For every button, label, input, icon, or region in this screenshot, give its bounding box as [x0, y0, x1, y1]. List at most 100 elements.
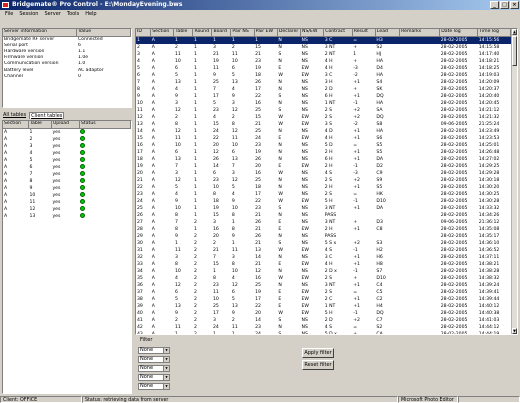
menu-help[interactable]: Help [82, 10, 99, 19]
close-button[interactable]: × [510, 1, 519, 9]
result-row[interactable]: 36 A 12 2 23 12 25 N NS 3 NT +1 C4 28-02-2005 14:39:2… [136, 282, 511, 289]
result-row[interactable]: 11 A 12 1 23 12 25 S NS 2 S +2 SA 28-02-2005 14:21:12 [136, 107, 511, 114]
table-row[interactable]: A 4 yes [3, 149, 131, 157]
result-row[interactable]: 17 A 6 1 12 6 19 N NS 2 H +1 S5 28-02-2005 14:26:48 [136, 149, 511, 156]
results-column-header[interactable]: Time log [477, 29, 511, 37]
table-header[interactable]: Table [28, 121, 52, 129]
table-row[interactable]: A 1 yes [3, 128, 131, 136]
result-row[interactable]: 12 A 2 1 4 2 15 W EW 2 S +2 DQ 28-02-2005 14:21:32 [136, 114, 511, 121]
menu-server[interactable]: Server [41, 10, 63, 19]
result-row[interactable]: 21 A 12 1 23 12 25 N NS 2 S +2 S9 28-02-2005 14:30:18 [136, 177, 511, 184]
results-column-header[interactable]: Section [150, 29, 175, 37]
results-column-header[interactable]: Remarks [399, 29, 441, 37]
result-row[interactable]: 9 A 9 1 17 9 22 S NS 6 H +1 DQ 28-02-2005 14:20:40 [136, 93, 511, 100]
result-row[interactable]: 26 A 8 1 15 8 21 N NS PASS 28-02-2005 14:34:26 [136, 212, 511, 219]
result-row[interactable]: 15 A 11 1 22 11 24 E EW 4 H +1 S6 28-02-2005 14:23:53 [136, 135, 511, 142]
minimize-button[interactable]: _ [490, 1, 499, 9]
result-row[interactable]: 7 A 13 1 25 13 26 N NS 3 H +1 S4 28-02-2005 14:20:09 [136, 79, 511, 86]
table-row[interactable]: A 10 yes [3, 191, 131, 199]
results-column-header[interactable]: NS/EW [300, 29, 325, 37]
filter-select[interactable]: None ▼ [138, 374, 170, 381]
result-row[interactable]: 40 A 9 2 17 9 20 W EW 5 H -1 DQ 28-02-2005 14:40:38 [136, 310, 511, 317]
result-row[interactable]: 35 A 4 2 8 4 16 W EW 2 S + D10 28-02-2005 14:38:32 [136, 275, 511, 282]
chevron-down-icon[interactable]: ▼ [163, 384, 169, 389]
result-row[interactable]: 37 A 6 2 11 6 19 E EW 2 S = C5 28-02-2005 14:39:41 [136, 289, 511, 296]
result-row[interactable]: 43 A 1 2 1 1 24 S NS 5 D x + CA 28-02-2005 14:44:19 [136, 331, 511, 335]
result-row[interactable]: 1 A 1 1 1 1 1 N NS 3 C = H3 28-02-2005 14:15:56 [136, 36, 511, 44]
result-row[interactable]: 33 A 8 2 15 8 21 E EW 4 H +1 H8 28-02-2005 14:38:21 [136, 261, 511, 268]
filter-select[interactable]: None ▼ [138, 365, 170, 372]
result-row[interactable]: 27 A 7 2 3 1 26 E NS 3 NT + D3 09-06-2005 21:36:12 [136, 219, 511, 226]
scroll-thumb[interactable] [512, 36, 517, 66]
result-row[interactable]: 24 A 9 1 18 9 22 W EW 5 H -1 D10 28-02-2005 14:30:28 [136, 198, 511, 205]
results-column-header[interactable]: ID [136, 29, 152, 37]
table-row[interactable]: A 8 yes [3, 177, 131, 185]
filter-select[interactable]: None ▼ [138, 383, 170, 390]
result-row[interactable]: 23 A 4 1 8 4 17 W NS 2 S = HK 28-02-2005 14:30:25 [136, 191, 511, 198]
result-row[interactable]: 30 A 1 2 2 1 21 S NS 5 S x +2 S3 28-02-2005 14:36:10 [136, 240, 511, 247]
result-row[interactable]: 6 A 5 1 9 5 18 W EW 3 C -2 HA 28-02-2005 14:19:03 [136, 72, 511, 79]
results-scrollbar[interactable]: ▲ ▼ [511, 29, 517, 334]
chevron-down-icon[interactable]: ▼ [163, 366, 169, 371]
table-row[interactable]: A 13 yes [3, 212, 131, 220]
result-row[interactable]: 39 A 13 2 25 13 22 E EW 1 NT +1 H4 28-02-2005 14:40:1… [136, 303, 511, 310]
table-row[interactable]: A 3 yes [3, 142, 131, 150]
result-row[interactable]: 25 A 10 1 19 10 23 S NS 3 NT +1 DA 28-02-2005 14:33:3… [136, 205, 511, 212]
result-row[interactable]: 10 A 3 1 5 3 16 N NS 1 NT -1 HA 28-02-2005 14:20:45 [136, 100, 511, 107]
server-info-header[interactable]: Server information [3, 29, 78, 37]
menu-session[interactable]: Session [16, 10, 41, 19]
reset-filter-button[interactable]: Reset filter [302, 360, 334, 370]
results-column-header[interactable]: Board [211, 29, 232, 37]
results-column-header[interactable]: Round [192, 29, 213, 37]
scroll-down-icon[interactable]: ▼ [512, 328, 517, 334]
result-row[interactable]: 8 A 4 1 7 4 17 N NS 2 D + SK 28-02-2005 14:20:37 [136, 86, 511, 93]
result-row[interactable]: 34 A 10 2 1 10 12 N NS 2 D x -1 S7 28-02-2005 14:38:2… [136, 268, 511, 275]
tab-client-tables[interactable]: Client tables [29, 112, 65, 119]
result-row[interactable]: 14 A 12 1 24 12 25 N NS 4 D +1 HA 28-02-2005 14:23:49 [136, 128, 511, 135]
result-row[interactable]: 38 A 5 2 10 5 17 E EW 2 C +1 C2 28-02-2005 14:39:44 [136, 296, 511, 303]
table-row[interactable]: A 5 yes [3, 156, 131, 164]
result-row[interactable]: 16 A 10 1 20 10 23 N NS 5 D = S5 28-02-2005 14:25:01 [136, 142, 511, 149]
results-column-header[interactable]: Contract [323, 29, 353, 37]
result-row[interactable]: 5 A 6 1 11 6 19 E EW 4 H -3 D4 28-02-2005 14:18:25 [136, 65, 511, 72]
chevron-down-icon[interactable]: ▼ [163, 348, 169, 353]
result-row[interactable]: 31 A 11 2 21 11 13 W EW 4 S -1 H2 28-02-2005 14:36:52 [136, 247, 511, 254]
menu-tools[interactable]: Tools [64, 10, 82, 19]
result-row[interactable]: 4 A 10 1 19 10 23 N NS 4 H + HA 28-02-2005 14:18:21 [136, 58, 511, 65]
scroll-up-icon[interactable]: ▲ [512, 29, 517, 35]
result-row[interactable]: 29 A 9 2 20 9 26 N NS PASS 28-02-2005 14:35:17 [136, 233, 511, 240]
status-header[interactable]: Status [79, 121, 131, 129]
table-row[interactable]: A 2 yes [3, 135, 131, 143]
results-column-header[interactable]: Lead [375, 29, 401, 37]
result-row[interactable]: 42 A 11 2 24 11 23 N NS 4 S = S2 28-02-2005 14:44:12 [136, 324, 511, 331]
filter-select[interactable]: None ▼ [138, 347, 170, 354]
result-row[interactable]: 2 A 2 1 3 2 15 N NS 3 NT + S2 28-02-2005 14:15:58 [136, 44, 511, 51]
chevron-down-icon[interactable]: ▼ [163, 357, 169, 362]
table-row[interactable]: A 7 yes [3, 170, 131, 178]
table-row[interactable]: A 12 yes [3, 205, 131, 213]
result-row[interactable]: 13 A 8 1 15 8 21 W EW 3 S -2 S8 09-06-2005 21:25:24 [136, 121, 511, 128]
result-row[interactable]: 3 A 11 1 21 11 21 S NS 2 NT 1 HJ 28-02-2005 14:17:40 [136, 51, 511, 58]
results-column-header[interactable]: Table [173, 29, 194, 37]
upload-header[interactable]: Upload [51, 121, 80, 129]
result-row[interactable]: 20 A 3 1 6 3 16 W NS 4 S -3 C9 28-02-2005 14:29:28 [136, 170, 511, 177]
tab-all-tables[interactable]: All tables [2, 112, 27, 119]
section-header[interactable]: Section [3, 121, 29, 129]
result-row[interactable]: 22 A 5 1 10 5 18 N NS 2 H +1 S5 28-02-2005 14:30:20 [136, 184, 511, 191]
result-row[interactable]: 41 A 2 2 3 2 14 S NS 2 D +2 C7 28-02-2005 14:41:03 [136, 317, 511, 324]
results-column-header[interactable]: Result [352, 29, 376, 37]
result-row[interactable]: 28 A 8 1 16 8 21 E EW 2 H +1 C8 28-02-2005 14:35:08 [136, 226, 511, 233]
results-column-header[interactable]: Pair EW [254, 29, 278, 37]
table-row[interactable]: A 11 yes [3, 198, 131, 206]
results-column-header[interactable]: Pair NS [230, 29, 255, 37]
value-header[interactable]: Value [76, 29, 131, 37]
filter-select[interactable]: None ▼ [138, 356, 170, 363]
apply-filter-button[interactable]: Apply filter [302, 348, 334, 358]
results-column-header[interactable]: Date log [439, 29, 479, 37]
result-row[interactable]: 18 A 13 1 26 13 26 N NS 6 H +1 DA 28-02-2005 14:27:02 [136, 156, 511, 163]
table-row[interactable]: A 6 yes [3, 163, 131, 171]
chevron-down-icon[interactable]: ▼ [163, 375, 169, 380]
results-column-header[interactable]: Declarer [277, 29, 302, 37]
table-row[interactable]: A 9 yes [3, 184, 131, 192]
result-row[interactable]: 19 A 7 1 14 7 20 E EW 2 H -1 D2 28-02-2005 14:29:25 [136, 163, 511, 170]
